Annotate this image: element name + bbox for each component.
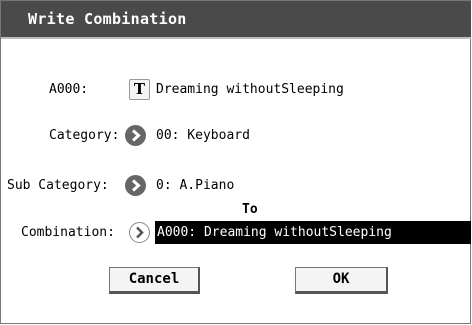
category-value: 00: Keyboard <box>156 128 250 143</box>
dialog-title: Write Combination <box>28 10 187 28</box>
cancel-button[interactable]: Cancel <box>109 267 200 294</box>
subcategory-value: 0: A.Piano <box>156 178 235 193</box>
write-combination-dialog: Write Combination A000: T Dreaming witho… <box>0 0 471 324</box>
combination-label: Combination: <box>21 225 115 240</box>
chevron-right-circle-icon[interactable] <box>125 125 146 146</box>
to-label: To <box>242 202 258 217</box>
title-bar: Write Combination <box>1 1 471 39</box>
chevron-right-circle-outline-icon[interactable] <box>129 222 150 243</box>
text-edit-button[interactable]: T <box>129 79 150 100</box>
name-label: A000: <box>49 82 89 97</box>
combination-name-value: Dreaming withoutSleeping <box>156 82 344 97</box>
category-label: Category: <box>49 128 120 143</box>
chevron-right-circle-icon[interactable] <box>125 175 146 196</box>
subcategory-label: Sub Category: <box>7 178 109 193</box>
destination-combination-field[interactable]: A000: Dreaming withoutSleeping <box>155 221 471 244</box>
ok-button[interactable]: OK <box>295 267 388 294</box>
